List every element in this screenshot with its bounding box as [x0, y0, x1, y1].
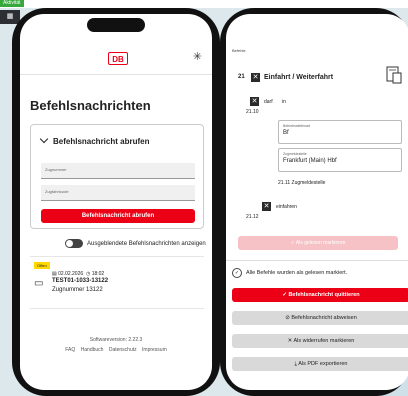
message-icon: ▭	[34, 278, 44, 289]
betriebsstellenart-field[interactable]: Betriebsstellenart Bf	[278, 120, 402, 144]
settings-gear-icon[interactable]: ✳	[193, 50, 202, 63]
revoke-button[interactable]: ✕ Als widerrufen markieren	[232, 334, 408, 348]
export-pdf-button[interactable]: ⤓ Als PDF exportieren	[232, 357, 408, 371]
retrieve-card: Befehlsnachricht abrufen Zugnummer Zugfa…	[30, 124, 204, 229]
document-train-icon	[386, 66, 402, 84]
field-label: Betriebsstellenart	[283, 124, 311, 128]
zugmeldestelle-field[interactable]: Zugmeldestelle Frankfurt (Main) Hbf	[278, 148, 402, 172]
db-logo: DB	[108, 52, 128, 65]
all-read-status: ✓ Alle Befehle wurden als gelesen markie…	[232, 268, 347, 278]
reject-label: Befehlsnachricht abweisen	[291, 315, 357, 321]
footer-link-faq[interactable]: FAQ	[65, 347, 75, 353]
card-header[interactable]: Befehlsnachricht abrufen	[39, 134, 150, 146]
checked-box-icon: ✕	[251, 73, 260, 82]
phone-right: Befehle 21 ✕ Einfahrt / Weiterfahrt ✕ da…	[220, 8, 408, 396]
status-badge: Offen	[34, 262, 50, 269]
divider	[226, 260, 408, 261]
retrieve-button[interactable]: Befehlsnachricht abrufen	[41, 209, 195, 223]
zugfahrtcode-input[interactable]: Zugfahrtcode	[41, 185, 195, 201]
message-time: 18:02	[91, 271, 105, 277]
disabled-button-label: Als gelesen markieren	[295, 240, 346, 246]
zugnummer-input[interactable]: Zugnummer	[41, 163, 195, 179]
phone-left: DB ✳ Befehlsnachrichten Befehlsnachricht…	[12, 8, 220, 396]
row2-text: einfahren	[276, 204, 297, 210]
screen-left: DB ✳ Befehlsnachrichten Befehlsnachricht…	[20, 14, 212, 390]
toggle-label: Ausgeblendete Befehlsnachrichten anzeige…	[87, 240, 206, 247]
field-label: Zugmeldestelle	[283, 152, 307, 156]
calendar-icon: ▤	[52, 271, 57, 277]
footer-link-impressum[interactable]: Impressum	[142, 347, 167, 353]
row1-text: darf	[264, 99, 273, 105]
row1-text2: in	[282, 99, 286, 105]
clock-icon: ◷	[85, 271, 91, 277]
screen-right: Befehle 21 ✕ Einfahrt / Weiterfahrt ✕ da…	[226, 14, 408, 390]
reject-button[interactable]: ⊘ Befehlsnachricht abweisen	[232, 311, 408, 325]
acknowledge-label: Befehlsnachricht quittieren	[288, 292, 360, 298]
divider	[30, 256, 204, 257]
row1-number: 21.10	[246, 109, 259, 115]
phone-notch	[87, 18, 145, 32]
download-icon: ⤓	[294, 361, 297, 367]
revoke-icon: ✕	[287, 338, 293, 344]
row2-number: 21.12	[246, 214, 259, 220]
software-version: Softwareversion: 2.22.3	[89, 337, 143, 343]
toggle-switch[interactable]	[65, 239, 83, 248]
all-read-text: Alle Befehle wurden als gelesen markiert…	[246, 270, 348, 276]
export-label: Als PDF exportieren	[298, 361, 348, 367]
acknowledge-button[interactable]: ✓ Befehlsnachricht quittieren	[232, 288, 408, 302]
message-meta: ▤ 02.02.2026 ◷ 18:02	[52, 271, 104, 277]
background-top-bar	[0, 0, 408, 8]
row-2111: 21.11 Zugmeldestelle	[278, 180, 326, 186]
mark-read-button-disabled[interactable]: ✓ Als gelesen markieren	[238, 236, 398, 250]
checked-box-icon: ✕	[250, 97, 259, 106]
revoke-label: Als widerrufen markieren	[293, 338, 355, 344]
footer-link-handbuch[interactable]: Handbuch	[81, 347, 104, 353]
page-title: Befehlsnachrichten	[30, 98, 151, 113]
screen-label: Befehle	[232, 48, 246, 53]
footer-link-datenschutz[interactable]: Datenschutz	[109, 347, 137, 353]
card-title: Befehlsnachricht abrufen	[53, 137, 150, 146]
section-number: 21	[238, 74, 245, 80]
divider	[30, 308, 204, 309]
field-value: Bf	[283, 130, 289, 136]
message-zugnummer: Zugnummer 13122	[52, 287, 103, 293]
message-id[interactable]: TEST01-1033-13122	[52, 278, 108, 284]
chevron-down-icon	[39, 134, 49, 144]
footer-links: FAQ Handbuch Datenschutz Impressum	[20, 347, 212, 353]
check-circle-icon: ✓	[232, 268, 242, 278]
checked-box-icon: ✕	[262, 202, 271, 211]
show-hidden-toggle-row[interactable]: Ausgeblendete Befehlsnachrichten anzeige…	[65, 239, 206, 248]
field-value: Frankfurt (Main) Hbf	[283, 158, 337, 164]
section-title: Einfahrt / Weiterfahrt	[264, 74, 334, 81]
activity-chip: Aktivität	[0, 0, 24, 7]
block-icon: ⊘	[285, 315, 290, 321]
header-divider	[20, 74, 212, 75]
message-date: 02.02.2026	[58, 271, 84, 277]
